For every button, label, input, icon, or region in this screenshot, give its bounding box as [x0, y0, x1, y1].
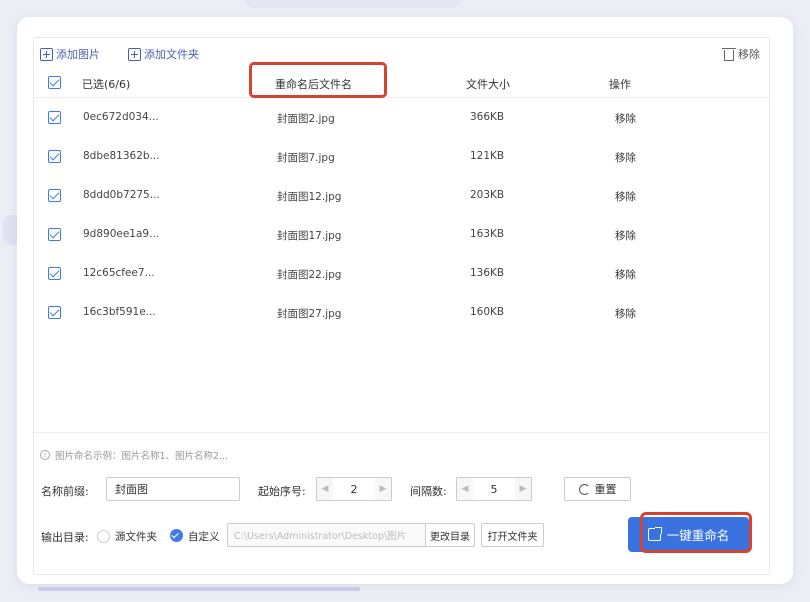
file-size: 163KB: [470, 228, 505, 240]
header-size: 文件大小: [466, 78, 510, 91]
file-size: 160KB: [470, 306, 505, 318]
chevron-left-icon[interactable]: ◀: [457, 478, 473, 500]
row-checkbox[interactable]: [48, 189, 61, 202]
custom-dir-label[interactable]: 自定义: [188, 529, 220, 544]
row-checkbox[interactable]: [48, 306, 61, 319]
start-number-label: 起始序号:: [258, 485, 306, 498]
add-image-button[interactable]: 添加图片: [40, 46, 100, 62]
original-name: 9d890ee1a9...: [83, 228, 160, 240]
original-name: 12c65cfee7...: [83, 267, 155, 279]
source-folder-label[interactable]: 源文件夹: [115, 529, 157, 544]
start-number-stepper: ◀ 2 ▶: [316, 477, 392, 501]
trash-icon: [722, 47, 736, 61]
remove-row-button[interactable]: 移除: [615, 111, 636, 126]
prefix-input[interactable]: [106, 477, 240, 501]
refresh-icon: [578, 483, 590, 495]
renamed-name: 封面图7.jpg: [277, 152, 335, 164]
renamed-column-highlight: [249, 62, 387, 98]
file-size: 203KB: [470, 189, 505, 201]
remove-all-label: 移除: [738, 48, 760, 61]
chevron-right-icon[interactable]: ▶: [515, 478, 531, 500]
open-folder-button[interactable]: 打开文件夹: [481, 523, 544, 547]
chevron-right-icon[interactable]: ▶: [375, 478, 391, 500]
row-checkbox[interactable]: [48, 267, 61, 280]
scroll-indicator: [38, 587, 360, 591]
table-row: 8dbe81362b... 封面图7.jpg 121KB 移除: [34, 138, 769, 176]
file-size: 121KB: [470, 150, 505, 162]
divider: [34, 432, 769, 433]
background-tab: [245, 0, 460, 8]
file-size: 366KB: [470, 111, 505, 123]
interval-value[interactable]: 5: [473, 483, 515, 496]
output-dir-label: 输出目录:: [41, 531, 89, 544]
renamed-name: 封面图2.jpg: [277, 113, 335, 125]
table-row: 0ec672d034... 封面图2.jpg 366KB 移除: [34, 99, 769, 137]
file-size: 136KB: [470, 267, 505, 279]
reset-label: 重置: [594, 483, 617, 496]
interval-stepper: ◀ 5 ▶: [456, 477, 532, 501]
row-checkbox[interactable]: [48, 228, 61, 241]
remove-all-button[interactable]: 移除: [722, 46, 760, 62]
hint-text: 图片命名示例：图片名称1、图片名称2...: [55, 451, 229, 462]
original-name: 0ec672d034...: [83, 111, 159, 123]
naming-hint: i 图片命名示例：图片名称1、图片名称2...: [40, 448, 228, 462]
custom-dir-radio[interactable]: [170, 529, 183, 542]
source-folder-radio[interactable]: [97, 530, 110, 543]
renamed-name: 封面图22.jpg: [277, 269, 342, 281]
remove-row-button[interactable]: 移除: [615, 267, 636, 282]
row-checkbox[interactable]: [48, 150, 61, 163]
table-row: 16c3bf591e... 封面图27.jpg 160KB 移除: [34, 294, 769, 332]
start-number-value[interactable]: 2: [333, 483, 375, 496]
remove-row-button[interactable]: 移除: [615, 228, 636, 243]
renamed-name: 封面图17.jpg: [277, 230, 342, 242]
table-row: 12c65cfee7... 封面图22.jpg 136KB 移除: [34, 255, 769, 293]
table-row: 9d890ee1a9... 封面图17.jpg 163KB 移除: [34, 216, 769, 254]
renamed-name: 封面图27.jpg: [277, 308, 342, 320]
info-icon: i: [40, 450, 50, 460]
reset-button[interactable]: 重置: [564, 477, 631, 501]
add-folder-label: 添加文件夹: [144, 48, 199, 61]
select-all-checkbox[interactable]: [48, 76, 61, 89]
prefix-label: 名称前缀:: [41, 485, 89, 498]
toolbar: 添加图片 添加文件夹 移除: [40, 44, 760, 64]
chevron-left-icon[interactable]: ◀: [317, 478, 333, 500]
original-name: 16c3bf591e...: [83, 306, 156, 318]
renamed-name: 封面图12.jpg: [277, 191, 342, 203]
header-selected: 已选(6/6): [82, 78, 131, 91]
change-dir-button[interactable]: 更改目录: [425, 523, 475, 547]
header-action: 操作: [609, 78, 631, 91]
remove-row-button[interactable]: 移除: [615, 189, 636, 204]
row-checkbox[interactable]: [48, 111, 61, 124]
remove-row-button[interactable]: 移除: [615, 306, 636, 321]
add-folder-button[interactable]: 添加文件夹: [128, 46, 199, 62]
remove-row-button[interactable]: 移除: [615, 150, 636, 165]
rename-button-highlight: [640, 512, 752, 553]
add-image-label: 添加图片: [56, 48, 100, 61]
add-folder-icon: [128, 47, 141, 61]
original-name: 8dbe81362b...: [83, 150, 160, 162]
interval-label: 间隔数:: [410, 485, 447, 498]
output-path-field[interactable]: C:\Users\Administrator\Desktop\图片: [227, 523, 426, 547]
table-row: 8ddd0b7275... 封面图12.jpg 203KB 移除: [34, 177, 769, 215]
table-header: 已选(6/6) 重命名后文件名 文件大小 操作: [34, 68, 769, 98]
original-name: 8ddd0b7275...: [83, 189, 160, 201]
add-image-icon: [40, 47, 53, 61]
